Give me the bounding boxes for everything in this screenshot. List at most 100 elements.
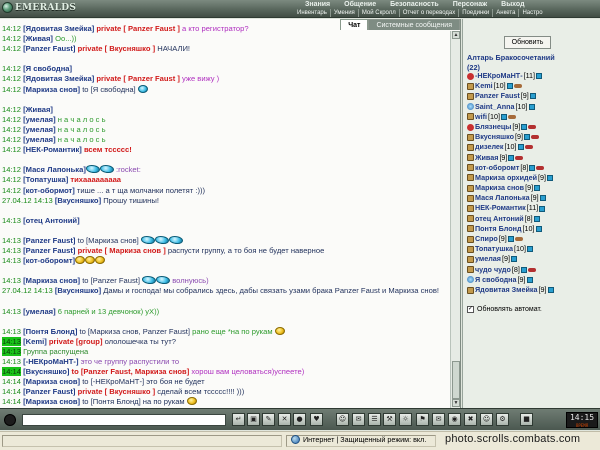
chat-nick[interactable]: [Живая] bbox=[23, 105, 53, 114]
info-icon[interactable] bbox=[510, 256, 517, 263]
chat-scrollbar[interactable]: ▲ ▼ bbox=[450, 31, 460, 408]
player-name[interactable]: Panzer Faust bbox=[475, 91, 520, 101]
toolbar-button-icon[interactable]: ☰ bbox=[368, 413, 381, 426]
chat-nick[interactable]: [Panzer Faust] bbox=[23, 236, 75, 245]
player-item[interactable]: Kemi [10] bbox=[467, 81, 597, 91]
sub-menu-item[interactable]: Инвентарь bbox=[294, 9, 330, 17]
chat-nick[interactable]: [Я свободна] bbox=[23, 64, 72, 73]
player-item[interactable]: Маркиза снов [9] bbox=[467, 183, 597, 193]
player-name[interactable]: Мася Лапонька bbox=[475, 193, 530, 203]
toolbar-button-icon[interactable]: ⚒ bbox=[383, 413, 396, 426]
toolbar-button-icon[interactable]: ↵ bbox=[232, 413, 245, 426]
toolbar-button-icon[interactable]: ✖ bbox=[464, 413, 477, 426]
toolbar-button-icon[interactable]: ▣ bbox=[247, 413, 260, 426]
player-item[interactable]: отец Антоний [8] bbox=[467, 214, 597, 224]
info-icon[interactable] bbox=[547, 287, 554, 294]
chat-nick[interactable]: [Топатушка] bbox=[23, 175, 68, 184]
player-name[interactable]: Маркиза снов bbox=[475, 183, 524, 193]
chat-nick[interactable]: [Мася Лапонька] bbox=[23, 165, 86, 174]
chat-nick[interactable]: [Маркиза снов] bbox=[23, 85, 80, 94]
player-item[interactable]: Ядовитая Змейка [9] bbox=[467, 285, 597, 295]
chat-nick[interactable]: [кот-обормот] bbox=[23, 186, 75, 195]
chat-nick[interactable]: [Маркиза снов] bbox=[23, 377, 80, 386]
player-name[interactable]: дизелек bbox=[475, 142, 504, 152]
info-icon[interactable] bbox=[528, 103, 535, 110]
info-icon[interactable] bbox=[539, 205, 546, 212]
toolbar-button-icon[interactable]: ☺ bbox=[336, 413, 349, 426]
player-item[interactable]: Понтя Блонд [10] bbox=[467, 224, 597, 234]
tab-system-messages[interactable]: Системные сообщения bbox=[368, 19, 460, 30]
chat-nick[interactable]: [Маркиза снов] bbox=[23, 397, 80, 406]
toolbar-button-icon[interactable]: ● bbox=[293, 413, 306, 426]
refresh-button[interactable]: Обновить bbox=[504, 36, 551, 49]
player-item[interactable]: Panzer Faust [9] bbox=[467, 91, 597, 101]
info-icon[interactable] bbox=[526, 246, 533, 253]
player-name[interactable]: Я свободна bbox=[475, 275, 517, 285]
info-icon[interactable] bbox=[517, 144, 524, 151]
toolbar-button-icon[interactable]: ☺ bbox=[480, 413, 493, 426]
info-icon[interactable] bbox=[507, 236, 514, 243]
player-name[interactable]: Kemi bbox=[475, 81, 493, 91]
sub-menu-item[interactable]: Отчет о переводах bbox=[398, 9, 459, 17]
info-icon[interactable] bbox=[526, 276, 533, 283]
top-menu-item[interactable]: Выход bbox=[501, 1, 524, 8]
chat-nick[interactable]: [умелая] bbox=[23, 307, 56, 316]
chat-nick[interactable]: [отец Антоний] bbox=[23, 216, 79, 225]
player-item[interactable]: дизелек [10] bbox=[467, 142, 597, 152]
auto-refresh-checkbox[interactable]: ✓ bbox=[467, 306, 474, 313]
player-item[interactable]: Вкусняшко [9] bbox=[467, 132, 597, 142]
tab-chat[interactable]: Чат bbox=[340, 19, 369, 30]
player-item[interactable]: Живая [9] bbox=[467, 153, 597, 163]
toolbar-button-icon[interactable]: ✕ bbox=[278, 413, 291, 426]
player-name[interactable]: Вкусняшко bbox=[475, 132, 514, 142]
chat-nick[interactable]: [умелая] bbox=[23, 125, 56, 134]
player-name[interactable]: -НЕКроМаНТ- bbox=[475, 71, 523, 81]
toolbar-button-icon[interactable]: ⚑ bbox=[416, 413, 429, 426]
info-icon[interactable] bbox=[536, 73, 543, 80]
info-icon[interactable] bbox=[547, 174, 554, 181]
player-item[interactable]: кот-оборомт [8] bbox=[467, 163, 597, 173]
player-name[interactable]: чудо чудо bbox=[475, 265, 511, 275]
player-name[interactable]: Понтя Блонд bbox=[475, 224, 522, 234]
player-name[interactable]: Спиро bbox=[475, 234, 498, 244]
info-icon[interactable] bbox=[500, 113, 507, 120]
chat-nick[interactable]: [кот-оборомт] bbox=[23, 256, 75, 265]
sub-menu-item[interactable]: Мой Скролл bbox=[357, 9, 399, 17]
top-menu-item[interactable]: Знания bbox=[305, 1, 330, 8]
chat-nick[interactable]: [Вкусняшко] bbox=[23, 367, 69, 376]
player-item[interactable]: Saint_Anna [10] bbox=[467, 102, 597, 112]
top-menu-item[interactable]: Общение bbox=[344, 1, 376, 8]
chat-nick[interactable]: [Вкусняшко] bbox=[55, 286, 101, 295]
chat-nick[interactable]: [Panzer Faust] bbox=[23, 246, 75, 255]
player-item[interactable]: Топатушка [10] bbox=[467, 244, 597, 254]
chat-nick[interactable]: [-НЕКроМаНТ-] bbox=[23, 357, 78, 366]
sub-menu-item[interactable]: Настро bbox=[518, 9, 545, 17]
player-name[interactable]: отец Антоний bbox=[475, 214, 524, 224]
chat-nick[interactable]: [Понтя Блонд] bbox=[23, 327, 77, 336]
info-icon[interactable] bbox=[535, 225, 542, 232]
message-input[interactable] bbox=[22, 414, 226, 426]
player-item[interactable]: Мася Лапонька [9] bbox=[467, 193, 597, 203]
player-item[interactable]: чудо чудо [8] bbox=[467, 265, 597, 275]
player-item[interactable]: -НЕКроМаНТ- [11] bbox=[467, 71, 597, 81]
info-icon[interactable] bbox=[534, 185, 541, 192]
player-name[interactable]: умелая bbox=[475, 254, 501, 264]
sub-menu-item[interactable]: Умения bbox=[329, 9, 358, 17]
sub-menu-item[interactable]: Поединки bbox=[458, 9, 492, 17]
toolbar-button-icon[interactable]: ♥ bbox=[310, 413, 323, 426]
chat-nick[interactable]: [Panzer Faust] bbox=[23, 44, 75, 53]
top-menu-item[interactable]: Персонаж bbox=[453, 1, 487, 8]
chat-nick[interactable]: [НЕК-Романтик] bbox=[23, 145, 82, 154]
player-name[interactable]: Saint_Anna bbox=[475, 102, 515, 112]
scroll-down-icon[interactable]: ▼ bbox=[452, 399, 460, 407]
chat-nick[interactable]: [Panzer Faust] bbox=[23, 387, 75, 396]
info-icon[interactable] bbox=[508, 154, 515, 161]
chat-nick[interactable]: [Ядовитая Змейка] bbox=[23, 24, 94, 33]
player-name[interactable]: wifi bbox=[475, 112, 487, 122]
chat-nick[interactable]: [умелая] bbox=[23, 135, 56, 144]
info-icon[interactable] bbox=[524, 134, 531, 141]
sub-menu-item[interactable]: Анкета bbox=[492, 9, 518, 17]
toolbar-button-icon[interactable]: ⚙ bbox=[496, 413, 509, 426]
smiley-icon[interactable] bbox=[4, 414, 16, 426]
scroll-up-icon[interactable]: ▲ bbox=[452, 31, 460, 39]
